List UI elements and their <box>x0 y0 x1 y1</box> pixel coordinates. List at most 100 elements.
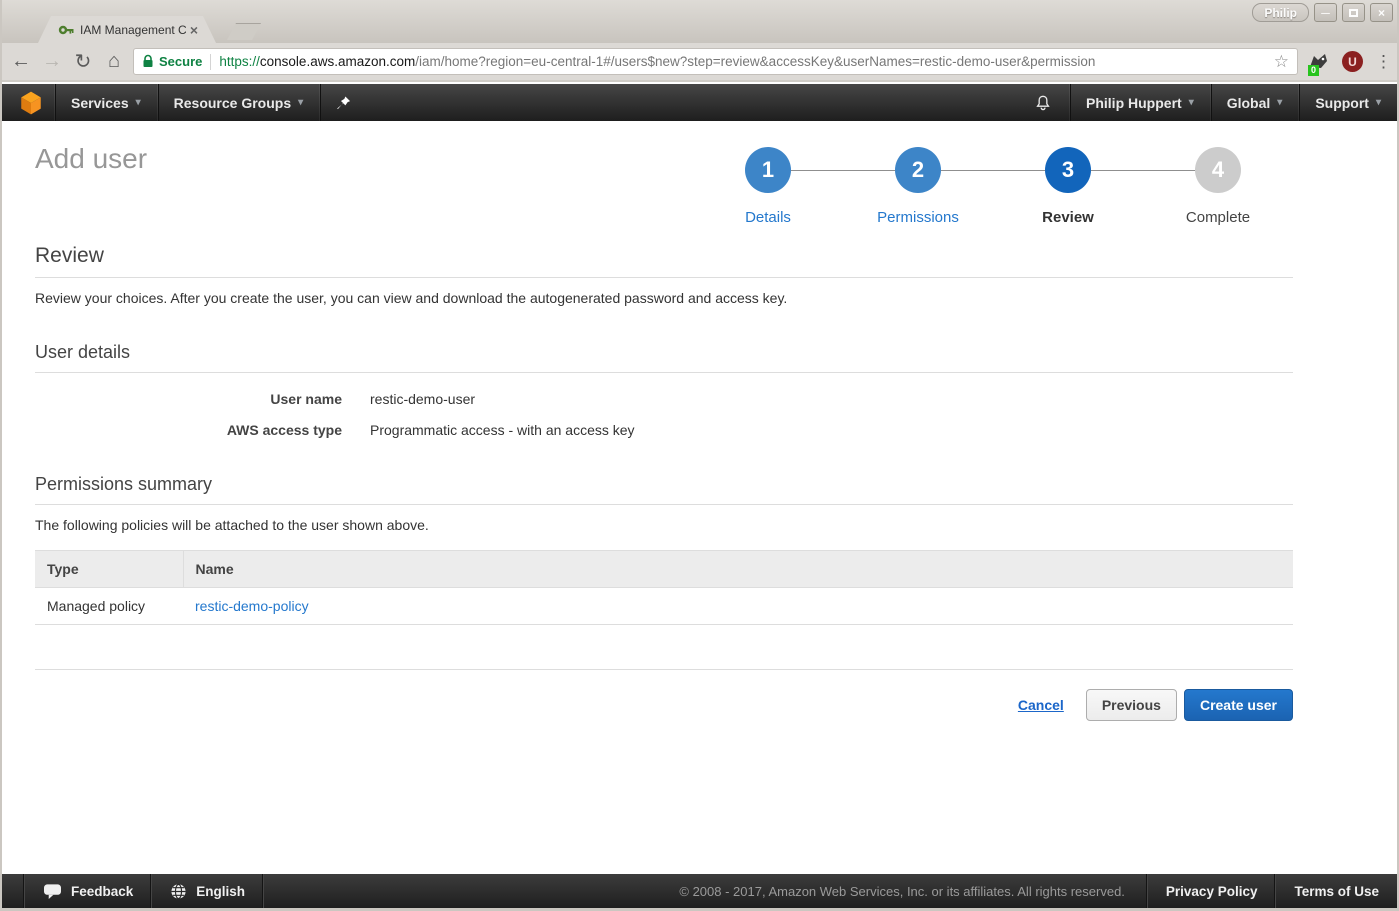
language-label: English <box>196 884 245 899</box>
page-title: Add user <box>35 143 147 175</box>
policy-type-cell: Managed policy <box>35 588 183 625</box>
step-circle: 3 <box>1045 147 1091 193</box>
key-favicon-icon <box>58 22 74 38</box>
browser-window: Philip ─ × IAM Management Co × ← → ↻ ⌂ S… <box>0 0 1399 911</box>
access-type-label: AWS access type <box>35 422 342 438</box>
step-label: Details <box>745 209 791 226</box>
footer-spacer <box>2 874 24 908</box>
secure-label: Secure <box>159 54 202 69</box>
new-tab-button[interactable] <box>227 23 261 40</box>
column-header-name: Name <box>183 551 1293 588</box>
privacy-policy-link[interactable]: Privacy Policy <box>1148 874 1276 908</box>
language-button[interactable]: English <box>152 874 263 908</box>
forward-icon[interactable]: → <box>41 50 63 73</box>
back-icon[interactable]: ← <box>10 50 32 73</box>
chevron-down-icon: ▾ <box>136 97 141 108</box>
feedback-label: Feedback <box>71 884 133 899</box>
browser-toolbar: ← → ↻ ⌂ Secure https://console.aws.amazo… <box>2 43 1397 82</box>
chevron-down-icon: ▾ <box>1277 97 1282 108</box>
step-complete: 4 Complete <box>1143 147 1293 226</box>
browser-tab[interactable]: IAM Management Co × <box>38 16 216 43</box>
nav-services[interactable]: Services ▾ <box>55 84 157 121</box>
feedback-button[interactable]: Feedback <box>25 874 151 908</box>
column-header-type: Type <box>35 551 183 588</box>
create-user-button[interactable]: Create user <box>1184 689 1293 721</box>
previous-button[interactable]: Previous <box>1086 689 1177 721</box>
review-heading: Review <box>35 244 1293 268</box>
minimize-icon: ─ <box>1321 6 1330 20</box>
user-details-heading: User details <box>35 342 1293 363</box>
aws-navbar: Services ▾ Resource Groups ▾ Philip Hupp… <box>2 84 1397 121</box>
chevron-down-icon: ▾ <box>1189 97 1194 108</box>
step-circle: 4 <box>1195 147 1241 193</box>
url-domain: console.aws.amazon.com <box>260 54 415 69</box>
browser-menu-icon[interactable]: ⋮ <box>1375 52 1389 72</box>
divider <box>35 504 1293 505</box>
step-circle: 1 <box>745 147 791 193</box>
nav-user-menu[interactable]: Philip Huppert ▾ <box>1070 84 1210 121</box>
bookmark-star-icon[interactable]: ☆ <box>1274 52 1289 72</box>
privacy-policy-label: Privacy Policy <box>1166 884 1258 899</box>
main-content: Add user 1 Details 2 Permissions 3 Revie… <box>2 121 1397 874</box>
permissions-description: The following policies will be attached … <box>35 517 1293 533</box>
address-bar[interactable]: Secure https://console.aws.amazon.com/ia… <box>133 48 1298 75</box>
maximize-button[interactable] <box>1342 3 1365 22</box>
omnibox-divider <box>210 54 211 70</box>
terms-of-use-label: Terms of Use <box>1294 884 1379 899</box>
nav-resource-groups-label: Resource Groups <box>174 95 291 111</box>
close-button[interactable]: × <box>1370 3 1393 22</box>
copyright-text: © 2008 - 2017, Amazon Web Services, Inc.… <box>657 884 1147 899</box>
policy-name-link[interactable]: restic-demo-policy <box>195 598 309 614</box>
step-label: Complete <box>1186 209 1250 226</box>
home-icon[interactable]: ⌂ <box>103 50 125 73</box>
user-name-label: User name <box>35 391 342 407</box>
aws-logo-icon[interactable] <box>18 90 44 116</box>
table-row: Managed policy restic-demo-policy <box>35 588 1293 625</box>
nav-pin[interactable] <box>320 84 367 121</box>
url-path: /iam/home?region=eu-central-1#/users$new… <box>415 54 1095 69</box>
divider <box>35 277 1293 278</box>
pin-icon <box>336 95 351 111</box>
policies-table: Type Name Managed policy restic-demo-pol… <box>35 550 1293 625</box>
aws-footer: Feedback English © 2008 - 2017, Amazon W… <box>2 874 1397 908</box>
nav-region-label: Global <box>1227 95 1271 111</box>
step-permissions[interactable]: 2 Permissions <box>843 147 993 226</box>
bell-icon <box>1033 93 1053 113</box>
step-review[interactable]: 3 Review <box>993 147 1143 226</box>
tab-close-icon[interactable]: × <box>190 22 198 38</box>
nav-support[interactable]: Support ▾ <box>1299 84 1397 121</box>
nav-user-label: Philip Huppert <box>1086 95 1182 111</box>
lock-icon <box>142 54 154 69</box>
divider <box>35 372 1293 373</box>
access-type-value: Programmatic access - with an access key <box>370 422 635 438</box>
ublock-icon[interactable]: U <box>1342 51 1363 72</box>
permissions-heading: Permissions summary <box>35 474 1293 495</box>
terms-of-use-link[interactable]: Terms of Use <box>1276 874 1397 908</box>
minimize-button[interactable]: ─ <box>1314 3 1337 22</box>
url-scheme: https:// <box>219 54 260 69</box>
nav-support-label: Support <box>1315 95 1369 111</box>
extension-icon[interactable]: 0 <box>1308 51 1330 73</box>
window-title-label: Philip <box>1252 3 1309 22</box>
tab-title: IAM Management Co <box>80 23 186 37</box>
close-icon: × <box>1378 6 1385 20</box>
user-name-value: restic-demo-user <box>370 391 475 407</box>
cancel-link[interactable]: Cancel <box>1018 697 1064 713</box>
chevron-down-icon: ▾ <box>1376 97 1381 108</box>
nav-notifications[interactable] <box>1017 84 1069 121</box>
speech-bubble-icon <box>43 883 62 900</box>
extension-badge: 0 <box>1308 65 1319 76</box>
wizard-steps: 1 Details 2 Permissions 3 Review 4 Compl… <box>693 147 1293 226</box>
nav-region[interactable]: Global ▾ <box>1211 84 1299 121</box>
user-name-row: User name restic-demo-user <box>35 391 1293 407</box>
titlebar: Philip ─ × IAM Management Co × <box>2 0 1397 43</box>
access-type-row: AWS access type Programmatic access - wi… <box>35 422 1293 438</box>
reload-icon[interactable]: ↻ <box>72 49 94 74</box>
review-description: Review your choices. After you create th… <box>35 290 1293 306</box>
maximize-icon <box>1349 9 1358 17</box>
globe-icon <box>170 883 187 900</box>
ublock-letter: U <box>1348 55 1357 69</box>
step-details[interactable]: 1 Details <box>693 147 843 226</box>
nav-resource-groups[interactable]: Resource Groups ▾ <box>158 84 320 121</box>
divider <box>35 669 1293 670</box>
